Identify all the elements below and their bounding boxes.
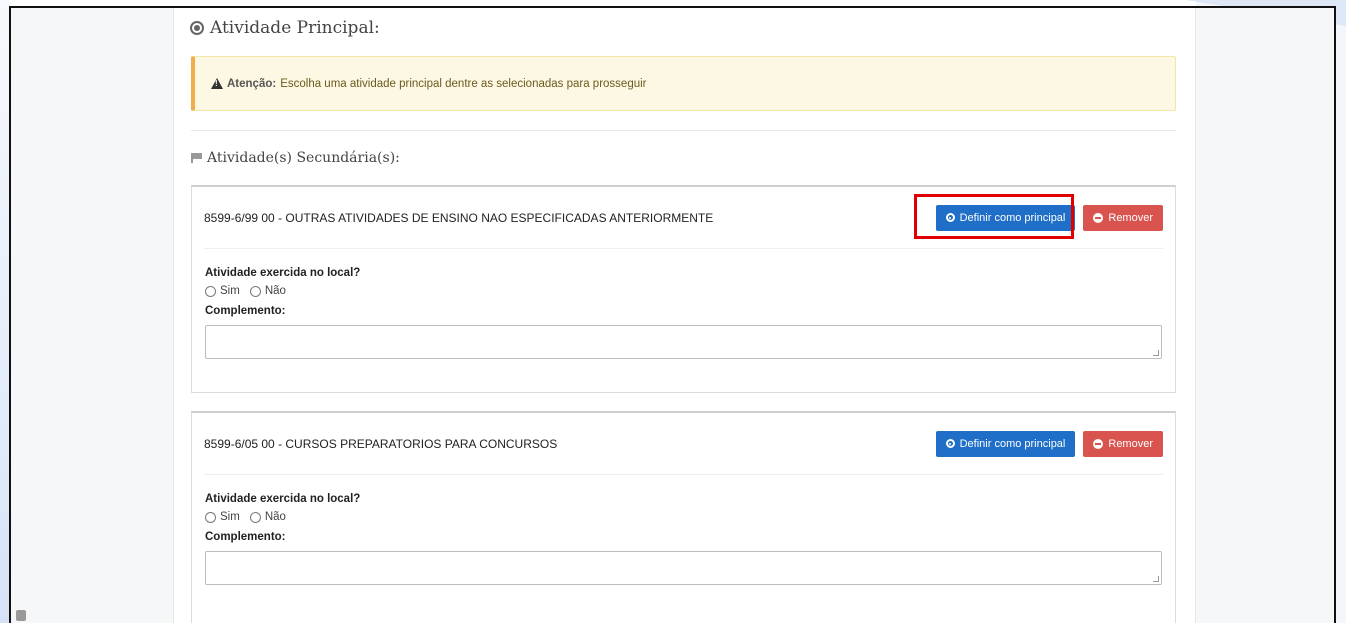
radio-group: Sim Não: [205, 511, 1162, 523]
target-icon: [945, 439, 955, 448]
remove-button[interactable]: Remover: [1083, 204, 1163, 231]
activity-card: 8599-6/05 00 - CURSOS PREPARATORIOS PARA…: [191, 411, 1176, 623]
section-title: Atividade(s) Secundária(s):: [191, 150, 400, 166]
complement-label: Complemento:: [205, 305, 286, 317]
activity-card-body: Atividade exercida no local? Sim Não Com…: [205, 493, 1162, 585]
radio-sim-label[interactable]: Sim: [220, 511, 240, 523]
radio-nao-label[interactable]: Não: [265, 285, 286, 297]
resize-handle-icon[interactable]: [1153, 576, 1159, 582]
warning-icon: [211, 78, 223, 89]
minus-circle-icon: [1093, 212, 1104, 223]
app-logo-icon: [16, 610, 26, 621]
section-title-text: Atividade(s) Secundária(s):: [207, 150, 400, 166]
complement-label: Complemento:: [205, 531, 286, 543]
divider: [191, 130, 1176, 131]
remove-button[interactable]: Remover: [1083, 430, 1163, 457]
alert-message: Escolha uma atividade principal dentre a…: [280, 77, 647, 90]
question-label: Atividade exercida no local?: [205, 267, 361, 279]
page-title: Atividade Principal:: [190, 18, 380, 38]
radio-sim[interactable]: [205, 511, 216, 523]
activity-actions: Definir como principal Remover: [935, 430, 1163, 457]
activity-card-header: 8599-6/05 00 - CURSOS PREPARATORIOS PARA…: [204, 413, 1163, 475]
remove-label: Remover: [1108, 437, 1153, 450]
target-icon: [190, 21, 204, 35]
warning-alert: Atenção: Escolha uma atividade principal…: [191, 56, 1176, 111]
define-principal-label: Definir como principal: [959, 437, 1066, 450]
page-title-text: Atividade Principal:: [210, 18, 380, 38]
complement-textarea[interactable]: [205, 325, 1162, 359]
minus-circle-icon: [1093, 438, 1104, 449]
radio-sim[interactable]: [205, 285, 216, 297]
highlight-box: [914, 194, 1074, 239]
resize-handle-icon[interactable]: [1153, 350, 1159, 356]
activity-card-body: Atividade exercida no local? Sim Não Com…: [205, 267, 1162, 359]
question-label: Atividade exercida no local?: [205, 493, 361, 505]
radio-nao[interactable]: [249, 285, 261, 297]
flag-icon: [191, 153, 202, 163]
remove-label: Remover: [1108, 211, 1153, 224]
define-principal-button[interactable]: Definir como principal: [935, 430, 1076, 457]
alert-strong: Atenção:: [227, 77, 277, 90]
radio-nao-label[interactable]: Não: [265, 511, 286, 523]
radio-group: Sim Não: [205, 285, 1162, 297]
complement-textarea[interactable]: [205, 551, 1162, 585]
radio-nao[interactable]: [249, 511, 261, 523]
activity-name: 8599-6/05 00 - CURSOS PREPARATORIOS PARA…: [204, 436, 558, 451]
radio-sim-label[interactable]: Sim: [220, 285, 240, 297]
activity-name: 8599-6/99 00 - OUTRAS ATIVIDADES DE ENSI…: [204, 210, 714, 225]
